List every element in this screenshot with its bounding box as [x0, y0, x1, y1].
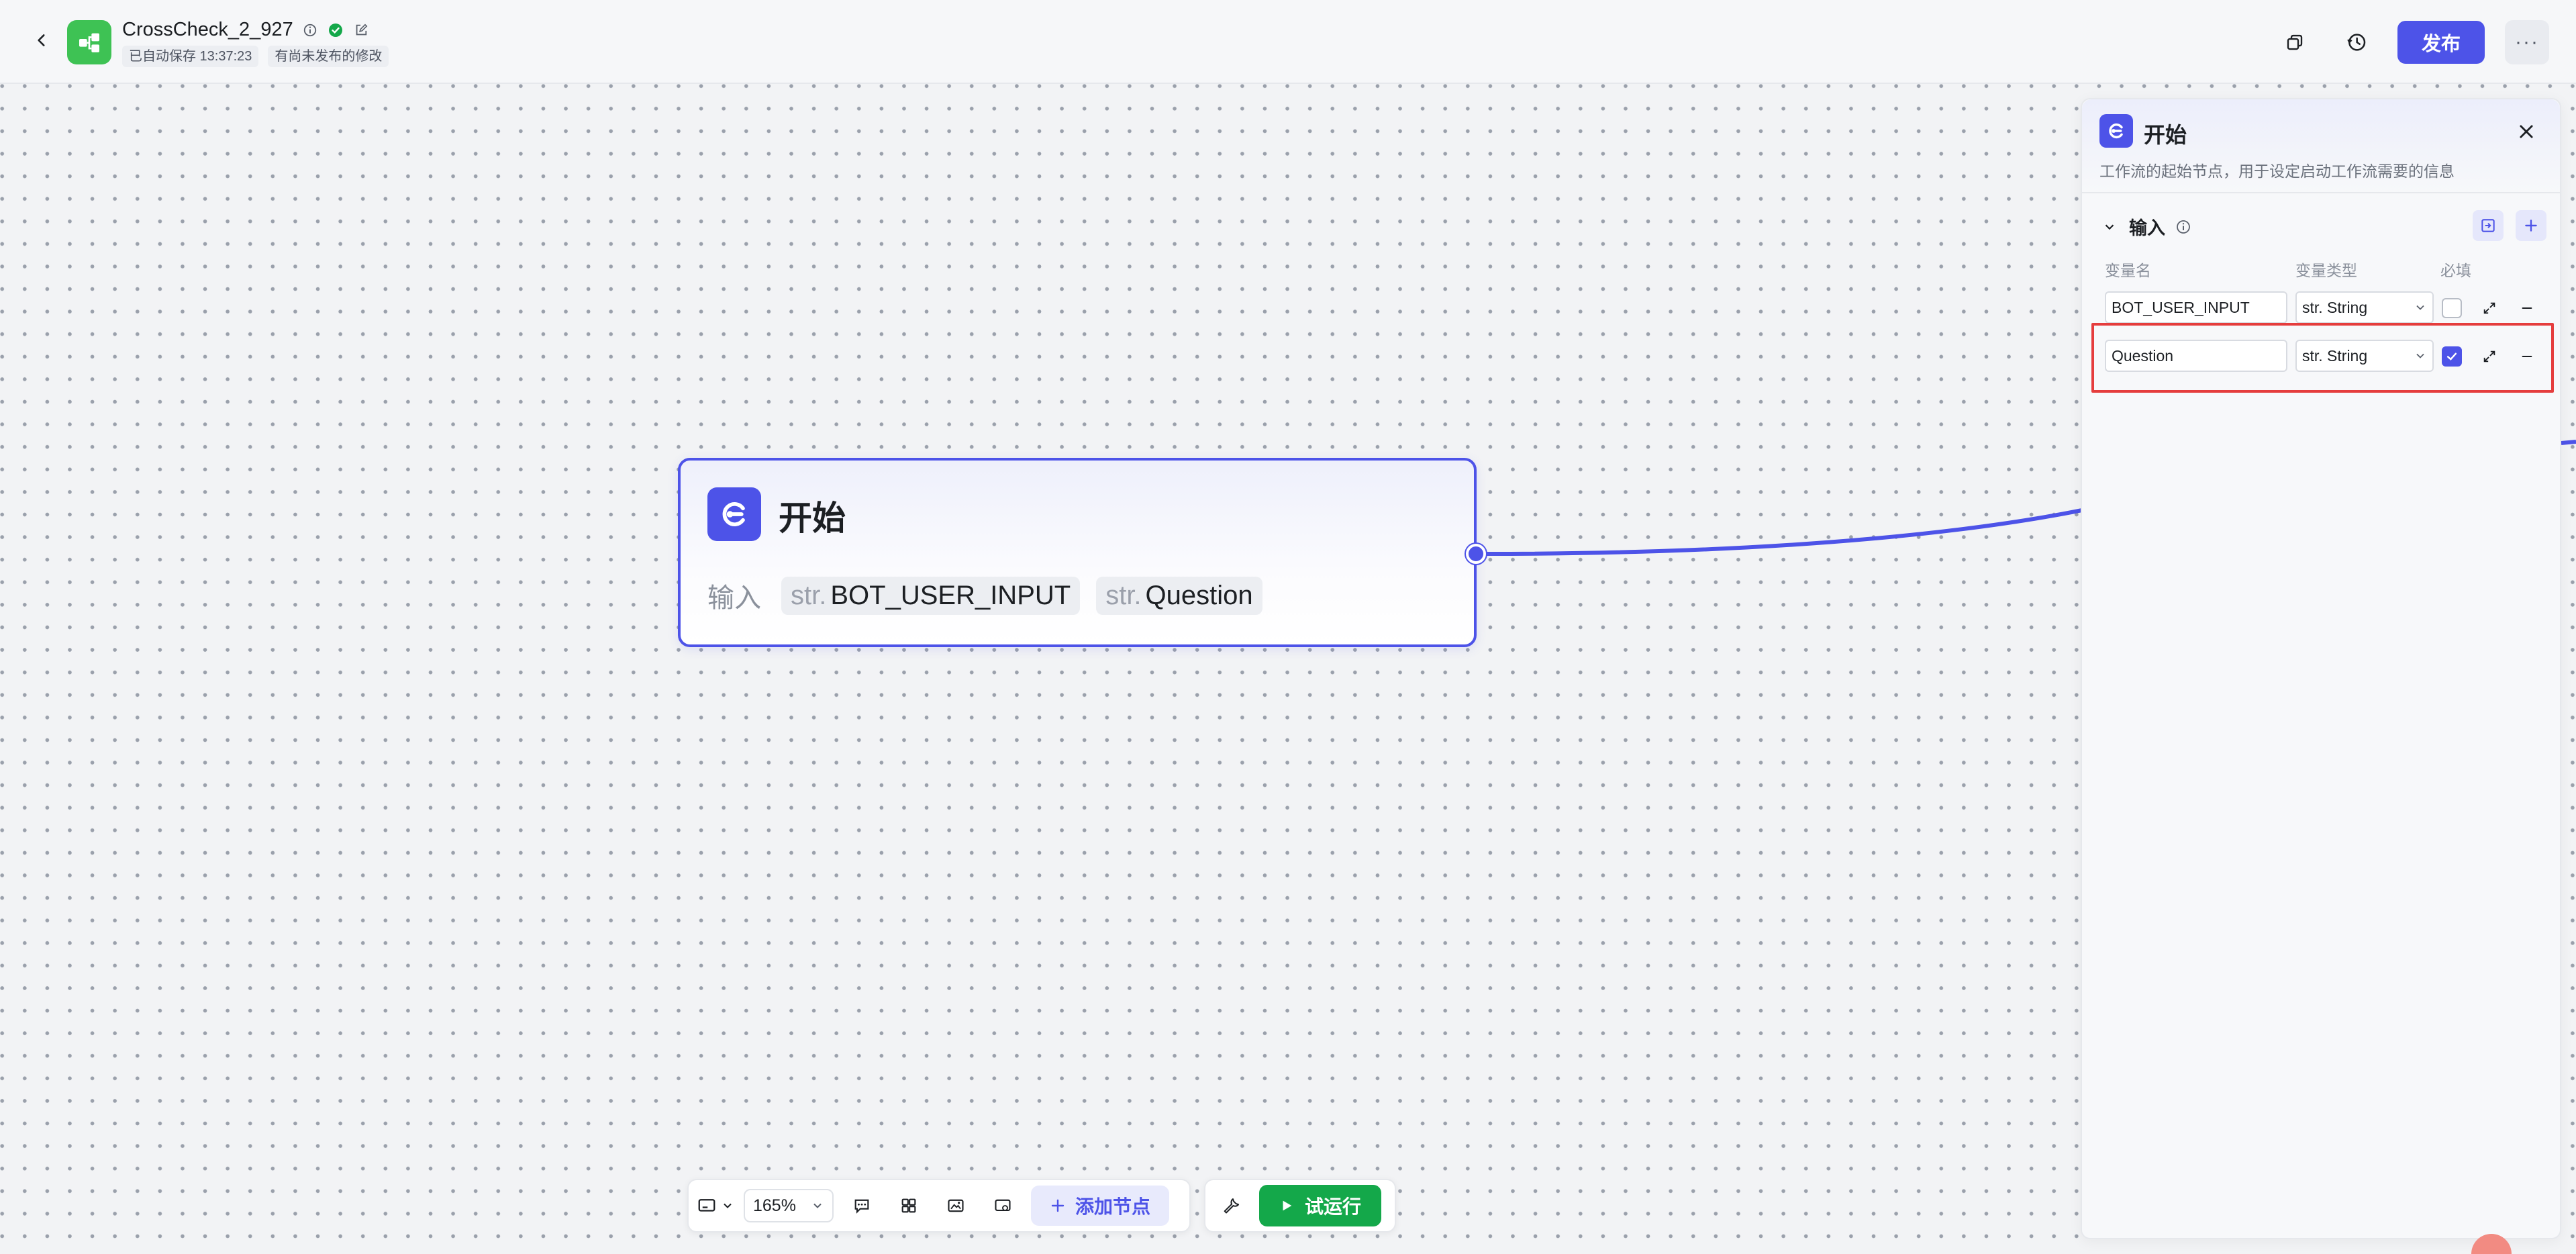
column-header-type: 变量类型	[2295, 262, 2357, 279]
layout-icon[interactable]	[890, 1187, 928, 1224]
node-settings-panel: 开始 工作流的起始节点，用于设定启动工作流需要的信息 输入 变量名 变量类型 必…	[2081, 98, 2561, 1239]
variable-row: str. String	[2105, 291, 2548, 325]
variable-name-input[interactable]	[2105, 291, 2287, 324]
column-header-name: 变量名	[2105, 262, 2151, 279]
import-variables-button[interactable]	[2473, 210, 2504, 241]
panel-description: 工作流的起始节点，用于设定启动工作流需要的信息	[2099, 162, 2455, 180]
info-icon[interactable]	[301, 21, 319, 39]
node-inputs-label: 输入	[707, 583, 761, 613]
test-run-label: 试运行	[1305, 1196, 1362, 1217]
required-checkbox[interactable]	[2442, 298, 2462, 318]
workflow-app-icon	[67, 20, 111, 64]
inputs-section-title: 输入	[2129, 218, 2165, 238]
inputs-section-header[interactable]: 输入	[2099, 213, 2192, 240]
top-header: CrossCheck_2_927 已自动保存 13:37:23 有尚未发布的修改…	[0, 0, 2576, 84]
highlight-box	[2091, 323, 2554, 393]
start-node[interactable]: 开始 输入 str. BOT_USER_INPUT str. Question	[678, 458, 1477, 647]
back-icon[interactable]	[27, 26, 56, 55]
expand-icon[interactable]	[2478, 297, 2501, 320]
add-node-label: 添加节点	[1075, 1196, 1151, 1217]
node-output-port[interactable]	[1466, 544, 1486, 564]
chevron-down-icon	[2416, 305, 2424, 310]
add-variable-button[interactable]	[2516, 210, 2546, 241]
import-icon	[2481, 219, 2495, 232]
zoom-value: 165%	[753, 1196, 796, 1215]
interaction-mode-button[interactable]	[697, 1187, 734, 1224]
minimap-icon[interactable]	[937, 1187, 975, 1224]
minus-icon[interactable]	[2516, 297, 2538, 320]
start-node-title: 开始	[779, 499, 846, 537]
variable-type-select[interactable]: str. String	[2295, 291, 2434, 324]
run-toolbar: 试运行	[1204, 1179, 1396, 1233]
test-run-button[interactable]: 试运行	[1259, 1185, 1382, 1226]
zoom-select[interactable]: 165%	[744, 1189, 834, 1222]
input-tag-name: Question	[1145, 580, 1253, 610]
variable-type-value: str. String	[2302, 298, 2368, 316]
wrench-icon[interactable]	[1212, 1187, 1250, 1224]
check-circle-icon	[327, 21, 344, 39]
canvas-toolbar: 165% 添加节点	[687, 1179, 1191, 1233]
node-inputs: 输入 str. BOT_USER_INPUT str. Question	[707, 576, 1262, 615]
app-title: CrossCheck_2_927	[122, 19, 293, 40]
plus-icon	[1051, 1199, 1064, 1212]
history-icon[interactable]	[2336, 21, 2377, 63]
panel-header: 开始 工作流的起始节点，用于设定启动工作流需要的信息	[2082, 99, 2560, 193]
column-header-required: 必填	[2440, 262, 2471, 279]
info-icon[interactable]	[2175, 218, 2192, 236]
more-options-button[interactable]: ···	[2505, 20, 2549, 64]
edit-icon[interactable]	[352, 21, 370, 39]
publish-button[interactable]: 发布	[2397, 21, 2485, 64]
start-node-icon	[2099, 114, 2133, 148]
autosave-badge: 已自动保存 13:37:23	[122, 46, 259, 67]
start-node-icon	[707, 487, 761, 541]
unpublished-badge: 有尚未发布的修改	[268, 46, 389, 67]
panel-title: 开始	[2144, 123, 2187, 147]
comment-icon[interactable]	[843, 1187, 881, 1224]
fit-view-icon[interactable]	[984, 1187, 1022, 1224]
input-tag: str. BOT_USER_INPUT	[781, 576, 1081, 615]
input-tag-type: str.	[1105, 580, 1142, 610]
input-tag-type: str.	[791, 580, 827, 610]
input-tag-name: BOT_USER_INPUT	[830, 580, 1071, 610]
copy-icon[interactable]	[2274, 21, 2316, 63]
add-node-button[interactable]: 添加节点	[1031, 1186, 1170, 1226]
close-icon[interactable]	[2512, 117, 2541, 146]
chevron-down-icon	[813, 1203, 822, 1208]
chevron-down-icon[interactable]	[2099, 217, 2120, 237]
plus-icon	[2525, 220, 2537, 232]
play-icon	[1283, 1200, 1292, 1211]
input-tag: str. Question	[1096, 576, 1262, 615]
